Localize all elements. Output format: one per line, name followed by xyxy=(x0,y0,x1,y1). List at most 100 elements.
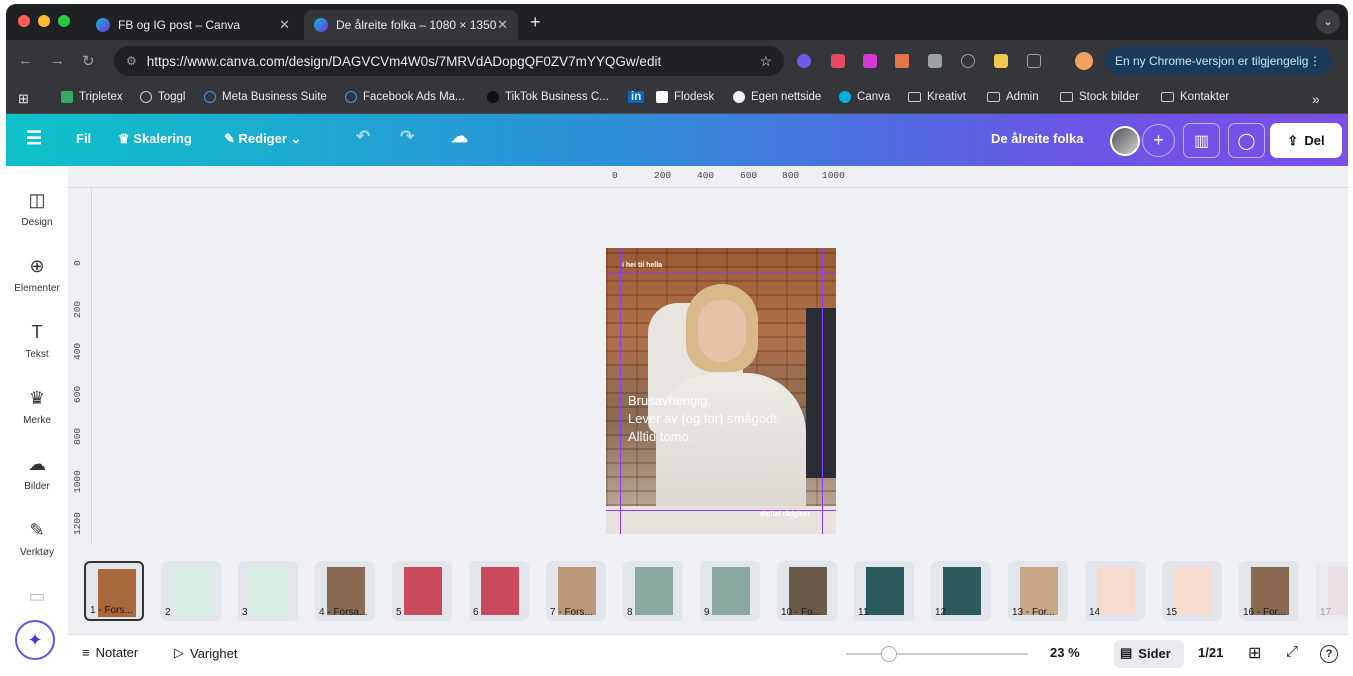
maximize-window-icon[interactable] xyxy=(58,15,70,27)
design-title[interactable]: De ålreite folka xyxy=(991,131,1084,146)
close-window-icon[interactable] xyxy=(18,15,30,27)
zoom-slider-handle[interactable] xyxy=(881,646,897,662)
bookmark-egen-nettside[interactable]: Egen nettside xyxy=(733,91,821,103)
magic-assistant-button[interactable]: ✦ xyxy=(15,620,55,660)
bookmark-tiktok-business[interactable]: TikTok Business C... xyxy=(487,91,609,103)
extension-icon[interactable] xyxy=(928,54,942,68)
extension-icon[interactable] xyxy=(831,54,845,68)
comment-icon[interactable]: ◯ xyxy=(1228,123,1265,158)
thumbnail-label: 2 xyxy=(165,607,171,618)
bookmark-toggl[interactable]: Toggl xyxy=(140,91,186,103)
notes-button[interactable]: ≡ Notater xyxy=(82,645,138,660)
bookmark-meta-business-suite[interactable]: Meta Business Suite xyxy=(204,91,327,103)
thumbnail-image xyxy=(1097,567,1135,615)
sidebar-item-elements[interactable]: ⊕ Elementer xyxy=(6,256,68,294)
url-text[interactable]: https://www.canva.com/design/DAGVCVm4W0s… xyxy=(147,54,661,69)
page-tag[interactable]: i hei til hella xyxy=(622,262,662,269)
bookmark-folder-kreativt[interactable]: Kreativt xyxy=(908,91,966,103)
chrome-update-button[interactable]: En ny Chrome-versjon er tilgjengelig ⋮ xyxy=(1105,47,1331,75)
bookmark-folder-admin[interactable]: Admin xyxy=(987,91,1039,103)
sidebar-item-brand[interactable]: ♛ Merke xyxy=(6,388,68,426)
page-thumbnail[interactable]: 2 xyxy=(161,561,221,621)
back-icon[interactable]: ← xyxy=(18,52,33,69)
resize-button[interactable]: ♛ Skalering xyxy=(118,131,192,147)
extension-icon[interactable] xyxy=(961,54,975,68)
share-button[interactable]: ⇪ Del xyxy=(1270,123,1342,158)
close-tab-icon[interactable]: ✕ xyxy=(279,17,290,33)
bookmark-canva[interactable]: Canva xyxy=(839,91,890,103)
extension-icon[interactable] xyxy=(994,54,1008,68)
extensions-puzzle-icon[interactable] xyxy=(1027,54,1041,68)
bookmark-facebook-ads[interactable]: Facebook Ads Ma... xyxy=(345,91,465,103)
page-footer[interactable]: digital rådgiver xyxy=(760,511,810,518)
cloud-saved-icon[interactable]: ☁ xyxy=(451,127,468,147)
bookmark-star-icon[interactable]: ☆ xyxy=(759,53,772,70)
reload-icon[interactable]: ↻ xyxy=(82,52,95,70)
page-thumbnail[interactable]: 12 xyxy=(931,561,991,621)
more-bookmarks-icon[interactable]: » xyxy=(1312,91,1320,107)
page-thumbnail-strip: 1 - Fors... 2 3 4 - Forsa... 5 6 7 - For… xyxy=(78,557,1348,627)
page-thumbnail[interactable]: 7 - Fors... xyxy=(546,561,606,621)
apps-grid-icon[interactable]: ⊞ xyxy=(18,91,29,107)
sidebar-item-tools[interactable]: ✎ Verktøy xyxy=(6,520,68,558)
page-thumbnail[interactable]: 17 xyxy=(1316,561,1348,621)
browser-tab-1[interactable]: FB og IG post – Canva ✕ xyxy=(86,10,300,40)
bookmark-linkedin[interactable]: in xyxy=(628,91,645,103)
omnibox[interactable]: ⚙ https://www.canva.com/design/DAGVCVm4W… xyxy=(114,46,784,76)
insights-chart-icon[interactable]: ▥ xyxy=(1183,123,1220,158)
page-thumbnail[interactable]: 1 - Fors... xyxy=(84,561,144,621)
page-thumbnail[interactable]: 10 - Fo... xyxy=(777,561,837,621)
page-thumbnail[interactable]: 3 xyxy=(238,561,298,621)
invite-plus-icon[interactable]: + xyxy=(1142,124,1175,157)
page-thumbnail[interactable]: 14 xyxy=(1085,561,1145,621)
forward-icon[interactable]: → xyxy=(50,52,65,69)
sidebar-item-images[interactable]: ☁ Bilder xyxy=(6,454,68,492)
page-thumbnail[interactable]: 8 xyxy=(623,561,683,621)
page-body-text[interactable]: Brusavhengig. Lever av (og for) smågodt.… xyxy=(628,392,818,446)
page-thumbnail[interactable]: 5 xyxy=(392,561,452,621)
design-page[interactable]: i hei til hella Brusavhengig. Lever av (… xyxy=(606,248,836,534)
profile-avatar[interactable] xyxy=(1075,52,1093,70)
bookmark-folder-kontakter[interactable]: Kontakter xyxy=(1161,91,1229,103)
page-thumbnail[interactable]: 4 - Forsa... xyxy=(315,561,375,621)
sidebar-item-design[interactable]: ◫ Design xyxy=(6,190,68,228)
browser-tab-2[interactable]: De ålreite folka – 1080 × 1350 ✕ xyxy=(304,10,518,40)
bookmark-tripletex[interactable]: Tripletex xyxy=(61,91,123,103)
page-thumbnail[interactable]: 9 xyxy=(700,561,760,621)
page-thumbnail[interactable]: 15 xyxy=(1162,561,1222,621)
page-thumbnail[interactable]: 6 xyxy=(469,561,529,621)
close-tab-icon[interactable]: ✕ xyxy=(497,17,508,33)
redo-icon[interactable]: ↷ xyxy=(400,127,414,147)
duration-button[interactable]: ▷ Varighet xyxy=(174,645,237,661)
extension-icon[interactable] xyxy=(863,54,877,68)
page-counter[interactable]: 1/21 xyxy=(1198,645,1223,660)
more-icon[interactable]: ⋮ xyxy=(1309,47,1321,75)
undo-icon[interactable]: ↶ xyxy=(356,127,370,147)
folder-icon xyxy=(908,92,921,102)
grid-view-icon[interactable]: ⊞ xyxy=(1248,643,1261,663)
zoom-slider[interactable] xyxy=(846,646,1028,662)
bookmark-flodesk[interactable]: Flodesk xyxy=(656,91,714,103)
zoom-level[interactable]: 23 % xyxy=(1050,645,1080,660)
bookmark-folder-stock-bilder[interactable]: Stock bilder xyxy=(1060,91,1139,103)
help-icon[interactable]: ? xyxy=(1320,645,1338,663)
page-thumbnail[interactable]: 16 - For... xyxy=(1239,561,1299,621)
minimize-window-icon[interactable] xyxy=(38,15,50,27)
page-thumbnail[interactable]: 13 - For... xyxy=(1008,561,1068,621)
file-menu[interactable]: Fil xyxy=(76,131,91,146)
pages-button[interactable]: ▤ Sider xyxy=(1120,645,1171,661)
sidebar-item-text[interactable]: T Tekst xyxy=(6,322,68,360)
extension-icon[interactable] xyxy=(797,54,811,68)
extension-icon[interactable] xyxy=(895,54,909,68)
edit-menu[interactable]: ✎ Rediger ⌄ xyxy=(224,131,301,147)
thumbnail-image xyxy=(712,567,750,615)
new-tab-icon[interactable]: + xyxy=(530,12,541,33)
site-settings-icon[interactable]: ⚙ xyxy=(126,54,137,68)
website-icon xyxy=(733,91,745,103)
sidebar-item-folder[interactable]: ▭ xyxy=(6,586,68,613)
page-thumbnail[interactable]: 11 xyxy=(854,561,914,621)
tab-search-icon[interactable]: ⌄ xyxy=(1316,10,1340,34)
avatar[interactable] xyxy=(1110,126,1140,156)
fullscreen-icon[interactable]: ⤢ xyxy=(1286,643,1298,660)
hamburger-menu-icon[interactable]: ☰ xyxy=(26,128,42,149)
